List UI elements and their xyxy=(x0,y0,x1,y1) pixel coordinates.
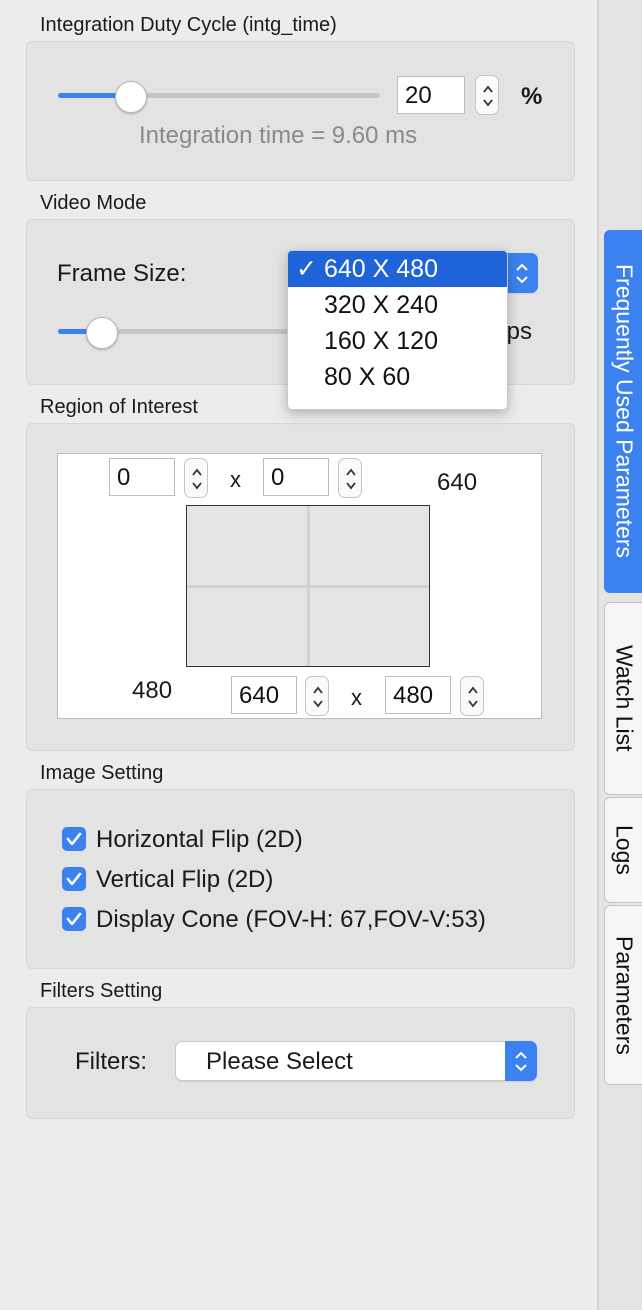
tab-frequently-used-parameters[interactable]: Frequently Used Parameters xyxy=(604,230,642,593)
display-cone-checkbox[interactable] xyxy=(62,907,86,931)
video-mode-section-title: Video Mode xyxy=(40,192,147,214)
roi-width-stepper[interactable] xyxy=(305,676,329,716)
roi-section-title: Region of Interest xyxy=(40,396,198,418)
display-cone-label: Display Cone (FOV-H: 67,FOV-V:53) xyxy=(96,906,486,933)
checkmark-icon xyxy=(66,912,82,926)
roi-x-stepper[interactable] xyxy=(184,458,208,498)
roi-y-field[interactable]: 0 xyxy=(263,458,329,496)
frame-rate-slider-knob[interactable] xyxy=(86,317,118,349)
integration-unit-label: % xyxy=(521,83,543,110)
frame-rate-slider[interactable] xyxy=(58,317,298,349)
filters-section-title: Filters Setting xyxy=(40,980,163,1002)
image-setting-section-title: Image Setting xyxy=(40,762,164,784)
integration-section-title: Integration Duty Cycle (intg_time) xyxy=(40,14,337,36)
stepper-arrows-icon xyxy=(346,468,356,490)
frame-size-option-160x120[interactable]: 160 X 120 xyxy=(288,323,507,359)
integration-time-info: Integration time = 9.60 ms xyxy=(139,122,418,149)
filters-popup-button[interactable]: Please Select xyxy=(175,1041,537,1081)
checkmark-icon: ✓ xyxy=(296,255,317,283)
roi-position-separator: x xyxy=(230,467,241,492)
popup-arrows-icon xyxy=(516,263,528,284)
roi-x-field[interactable]: 0 xyxy=(109,458,175,496)
roi-y-stepper[interactable] xyxy=(338,458,362,498)
roi-preview-rectangle[interactable] xyxy=(186,505,430,667)
roi-height-stepper[interactable] xyxy=(460,676,484,716)
stepper-arrows-icon xyxy=(192,468,202,490)
stepper-arrows-icon xyxy=(313,686,323,708)
frame-size-option-640x480[interactable]: ✓ 640 X 480 xyxy=(288,251,507,287)
tab-logs[interactable]: Logs xyxy=(604,797,642,903)
vertical-flip-checkbox[interactable] xyxy=(62,867,86,891)
roi-height-field[interactable]: 480 xyxy=(385,676,451,714)
roi-size-separator: x xyxy=(351,685,362,710)
filters-label: Filters: xyxy=(75,1048,147,1075)
checkmark-icon xyxy=(66,832,82,846)
stepper-arrows-icon xyxy=(468,686,478,708)
integration-stepper[interactable] xyxy=(475,75,499,115)
vertical-flip-label: Vertical Flip (2D) xyxy=(96,866,274,893)
horizontal-flip-label: Horizontal Flip (2D) xyxy=(96,826,303,853)
popup-arrows-icon xyxy=(515,1051,527,1072)
frame-size-option-320x240[interactable]: 320 X 240 xyxy=(288,287,507,323)
roi-max-height-label: 480 xyxy=(132,677,173,704)
horizontal-flip-checkbox[interactable] xyxy=(62,827,86,851)
roi-max-width-label: 640 xyxy=(437,469,478,496)
tab-parameters[interactable]: Parameters xyxy=(604,905,642,1085)
frame-size-option-80x60[interactable]: 80 X 60 xyxy=(288,359,507,395)
integration-slider[interactable] xyxy=(58,81,380,113)
stepper-arrows-icon xyxy=(483,85,493,107)
frame-size-label: Frame Size: xyxy=(57,260,187,287)
integration-value-field[interactable]: 20 xyxy=(397,76,465,114)
tab-watch-list[interactable]: Watch List xyxy=(604,602,642,795)
filters-selected-value: Please Select xyxy=(206,1048,353,1075)
roi-width-field[interactable]: 640 xyxy=(231,676,297,714)
checkmark-icon xyxy=(66,872,82,886)
frame-size-dropdown-menu: ✓ 640 X 480 320 X 240 160 X 120 80 X 60 xyxy=(287,250,508,410)
integration-slider-knob[interactable] xyxy=(115,81,147,113)
